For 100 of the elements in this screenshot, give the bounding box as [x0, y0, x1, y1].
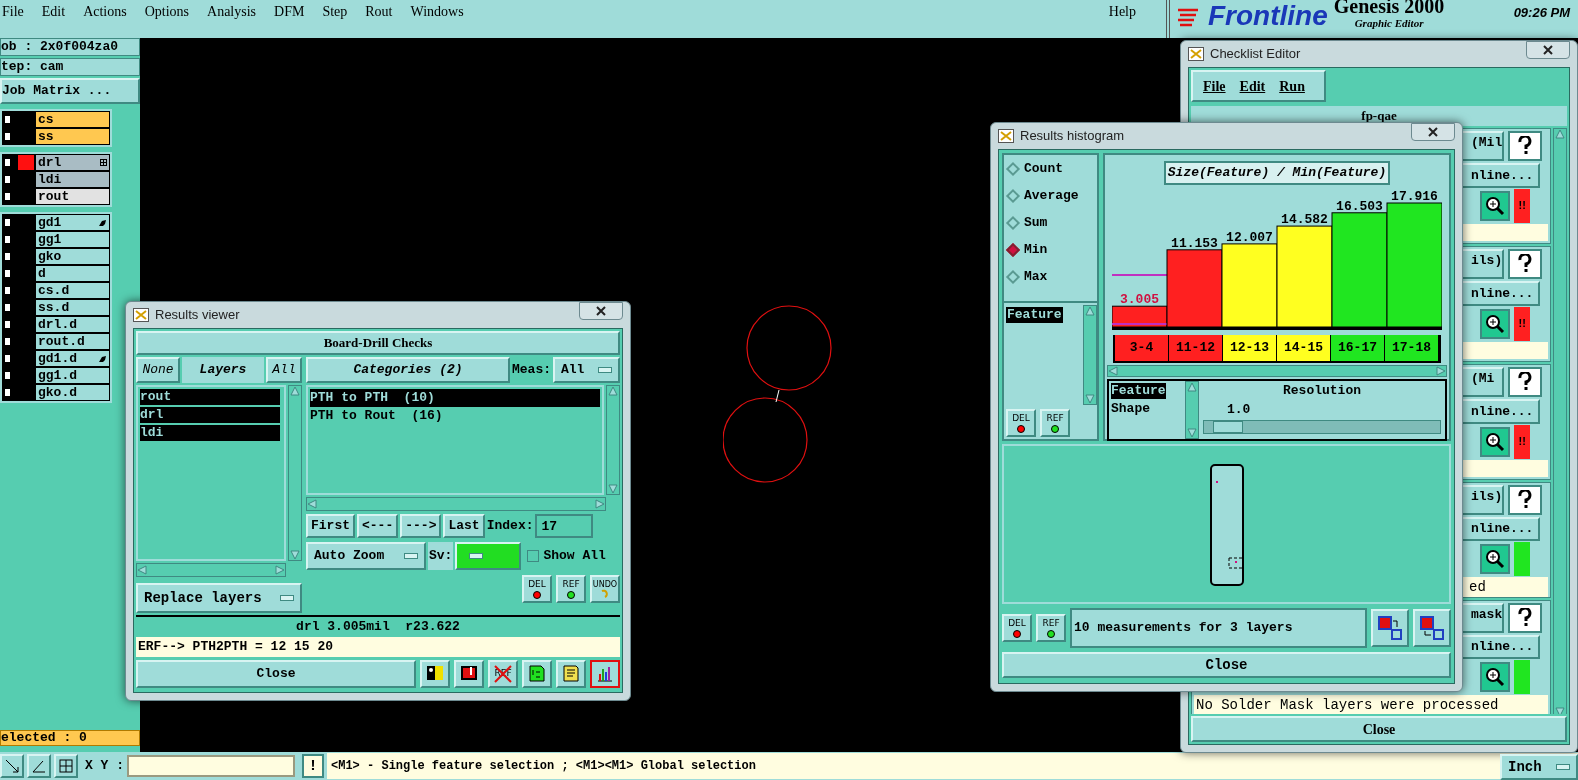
meas-dropdown[interactable]: All [553, 357, 620, 383]
group-by-item[interactable]: Feature [1111, 382, 1166, 399]
job-matrix-button[interactable]: Job Matrix ... [0, 78, 140, 104]
layer-checkbox[interactable] [3, 251, 12, 262]
layer-name[interactable]: ldi [36, 172, 109, 187]
checks-title-button[interactable]: Board-Drill Checks [136, 331, 620, 355]
close-button[interactable] [1526, 41, 1570, 59]
layer-checkbox[interactable] [3, 268, 12, 279]
layer-checkbox[interactable] [3, 191, 12, 202]
help-button[interactable] [1508, 131, 1543, 161]
layer-name[interactable]: drl [36, 155, 109, 170]
layer-list-item[interactable]: drl [140, 407, 280, 423]
close-button[interactable] [579, 302, 623, 320]
layer-name[interactable]: gko.d [36, 385, 109, 400]
layer-checkbox[interactable] [3, 285, 12, 296]
mode-radio[interactable]: Max [1008, 267, 1093, 286]
show-all-checkbox[interactable]: Show All [527, 546, 606, 566]
layer-checkbox[interactable] [3, 336, 12, 347]
layer-name[interactable]: gd1.d [36, 351, 109, 366]
menu-item[interactable]: Edit [1239, 75, 1266, 97]
histogram-bar[interactable] [1221, 242, 1278, 327]
layer-checkbox[interactable] [3, 114, 12, 125]
histogram-bar[interactable] [1166, 248, 1223, 327]
menu-item[interactable]: File [2, 1, 24, 22]
help-button[interactable] [1508, 249, 1543, 279]
layer-checkbox[interactable] [3, 353, 12, 364]
layer-list-item[interactable]: rout [140, 389, 280, 405]
mode-radio[interactable]: Sum [1008, 213, 1093, 232]
sv-color-dropdown[interactable] [455, 542, 522, 570]
nav-button[interactable]: First [306, 514, 355, 538]
del-button[interactable]: DEL [1006, 409, 1036, 437]
layer-name[interactable]: rout [36, 189, 109, 204]
layer-checkbox[interactable] [3, 234, 12, 245]
layer-name[interactable]: d [36, 266, 109, 281]
none-button[interactable]: None [136, 357, 180, 383]
tool-button[interactable] [420, 660, 450, 688]
menu-item[interactable]: Windows [410, 1, 464, 22]
menu-item[interactable]: Step [322, 1, 348, 22]
mode-radio[interactable]: Count [1008, 159, 1093, 178]
layer-name[interactable]: ss.d [36, 300, 109, 315]
zoom-button[interactable] [1480, 190, 1511, 221]
histogram-bar[interactable] [1276, 225, 1333, 327]
group-by-item[interactable]: Shape [1111, 400, 1150, 417]
scrollbar[interactable] [306, 497, 606, 511]
zoom-button[interactable] [1480, 308, 1511, 339]
attribute-item[interactable]: Feature [1006, 307, 1063, 323]
zoom-mode-dropdown[interactable]: Auto Zoom [306, 542, 426, 570]
layer-checkbox[interactable] [3, 370, 12, 381]
undo-button[interactable]: UNDO [590, 575, 620, 603]
tool-button[interactable] [454, 660, 484, 688]
layer-name[interactable]: cs [36, 112, 109, 127]
scrollbar[interactable] [1083, 305, 1097, 405]
zoom-button[interactable] [1480, 661, 1511, 692]
menu-item[interactable]: Rout [365, 1, 393, 22]
help-button[interactable] [1508, 367, 1543, 397]
tool-button[interactable] [0, 754, 24, 778]
layer-name[interactable]: cs.d [36, 283, 109, 298]
nav-button[interactable]: ---> [400, 514, 442, 538]
all-button[interactable]: All [266, 357, 302, 383]
layer-checkbox[interactable] [3, 319, 12, 330]
layer-list-item[interactable]: ldi [140, 425, 280, 441]
layer-name[interactable]: gd1 [36, 215, 109, 230]
layer-checkbox[interactable] [3, 302, 12, 313]
resolution-slider[interactable] [1203, 419, 1441, 434]
del-button[interactable]: DEL [1002, 614, 1032, 642]
layer-name[interactable]: ss [36, 129, 109, 144]
layer-name[interactable]: rout.d [36, 334, 109, 349]
menu-item[interactable]: DFM [274, 1, 305, 22]
layer-name[interactable]: gg1.d [36, 368, 109, 383]
layer-checkbox[interactable] [3, 157, 12, 168]
alert-button[interactable]: ! [302, 754, 324, 778]
ref-button[interactable]: REF [1036, 614, 1066, 642]
category-item[interactable]: PTH to PTH (10) [310, 389, 600, 407]
del-button[interactable]: DEL [522, 575, 552, 603]
ref-button[interactable]: REF [1040, 409, 1070, 437]
close-button[interactable]: Close [136, 660, 416, 688]
nav-button[interactable]: <--- [357, 514, 399, 538]
layer-name[interactable]: drl.d [36, 317, 109, 332]
menu-item[interactable]: File [1203, 75, 1226, 97]
layer-checkbox[interactable] [3, 131, 12, 142]
ref-button[interactable]: REF [556, 575, 586, 603]
scrollbar[interactable] [606, 385, 620, 495]
mode-radio[interactable]: Average [1008, 186, 1093, 205]
tool-button[interactable] [54, 754, 78, 778]
menu-item[interactable]: Edit [41, 1, 66, 22]
menu-item[interactable]: Run [1279, 75, 1305, 97]
category-item[interactable]: PTH to Rout (16) [310, 407, 600, 425]
nav-button[interactable]: Last [443, 514, 485, 538]
layer-checkbox[interactable] [3, 387, 12, 398]
close-button[interactable] [1411, 123, 1455, 141]
help-button[interactable] [1508, 603, 1543, 633]
replace-mode-dropdown[interactable]: Replace layers [136, 583, 302, 613]
layer-checkbox[interactable] [3, 217, 12, 228]
slider-thumb[interactable] [1212, 420, 1243, 433]
menu-item[interactable]: Help [1108, 1, 1136, 22]
scrollbar[interactable] [136, 563, 286, 577]
menu-item[interactable]: Options [144, 1, 190, 22]
layer-name[interactable]: gko [36, 249, 109, 264]
scrollbar[interactable] [1553, 128, 1567, 714]
layout-button[interactable] [1371, 609, 1409, 647]
